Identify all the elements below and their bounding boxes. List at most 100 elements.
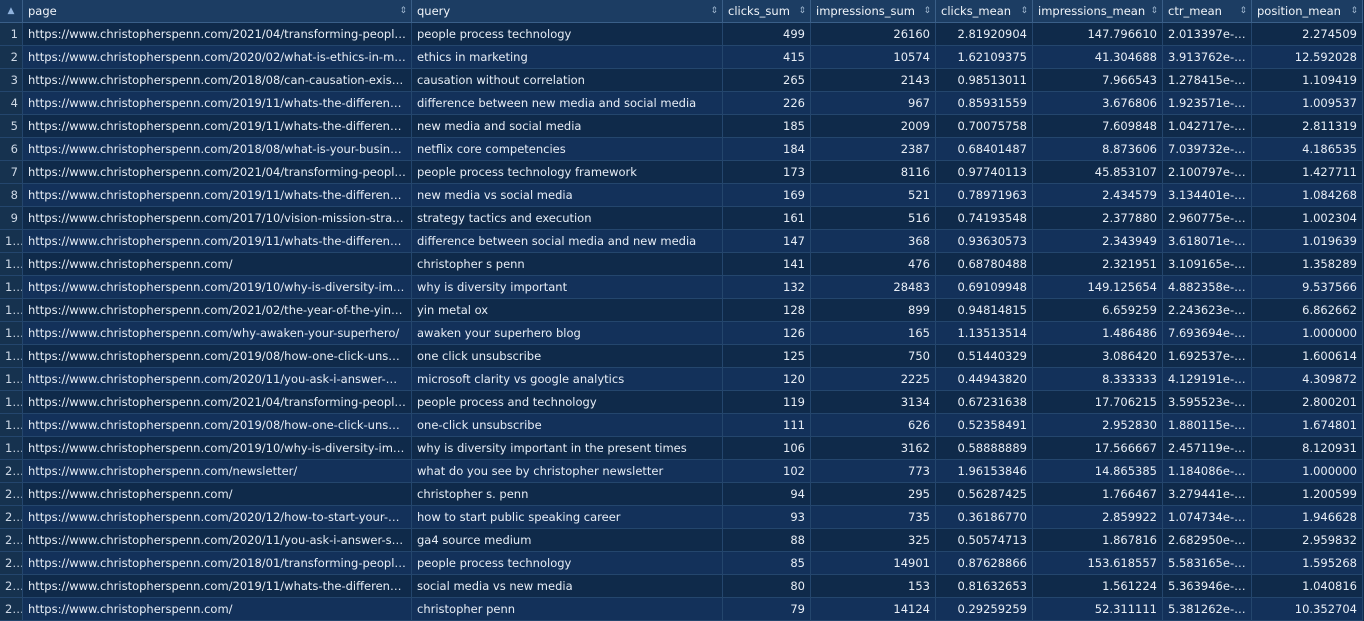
sort-icon[interactable]: ⇕ bbox=[1020, 0, 1028, 22]
cell-page: https://www.christopherspenn.com/2021/02… bbox=[23, 299, 412, 322]
cell-impressions-sum: 14901 bbox=[811, 552, 936, 575]
cell-query: why is diversity important bbox=[412, 276, 723, 299]
cell-position-mean: 6.862662 bbox=[1252, 299, 1363, 322]
cell-position-mean: 1.009537 bbox=[1252, 92, 1363, 115]
cell-clicks-mean: 0.52358491 bbox=[936, 414, 1033, 437]
cell-page: https://www.christopherspenn.com/2020/11… bbox=[23, 368, 412, 391]
cell-page: https://www.christopherspenn.com/2018/08… bbox=[23, 69, 412, 92]
row-number: 19 bbox=[0, 437, 23, 460]
row-number: 14 bbox=[0, 322, 23, 345]
cell-position-mean: 2.811319 bbox=[1252, 115, 1363, 138]
sort-icon[interactable]: ⇕ bbox=[923, 0, 931, 22]
column-header-impressions-sum[interactable]: impressions_sum ⇕ bbox=[811, 0, 936, 23]
row-number: 16 bbox=[0, 368, 23, 391]
cell-clicks-sum: 94 bbox=[723, 483, 811, 506]
cell-page: https://www.christopherspenn.com/why-awa… bbox=[23, 322, 412, 345]
cell-clicks-sum: 128 bbox=[723, 299, 811, 322]
cell-page: https://www.christopherspenn.com/ bbox=[23, 598, 412, 621]
column-header-position-mean[interactable]: position_mean ⇕ bbox=[1252, 0, 1363, 23]
cell-ctr-mean: 1.880115e-01 bbox=[1163, 414, 1252, 437]
cell-query: microsoft clarity vs google analytics bbox=[412, 368, 723, 391]
sort-icon[interactable]: ⇕ bbox=[798, 0, 806, 22]
sort-corner-button[interactable]: ▲ bbox=[0, 0, 23, 23]
sort-icon[interactable]: ⇕ bbox=[710, 0, 718, 22]
column-header-query[interactable]: query ⇕ bbox=[412, 0, 723, 23]
cell-clicks-mean: 0.70075758 bbox=[936, 115, 1033, 138]
cell-ctr-mean: 2.100797e-02 bbox=[1163, 161, 1252, 184]
cell-clicks-sum: 88 bbox=[723, 529, 811, 552]
cell-impressions-mean: 52.311111 bbox=[1033, 598, 1163, 621]
cell-clicks-sum: 185 bbox=[723, 115, 811, 138]
cell-clicks-mean: 0.78971963 bbox=[936, 184, 1033, 207]
cell-clicks-sum: 125 bbox=[723, 345, 811, 368]
sort-icon[interactable]: ⇕ bbox=[1350, 0, 1358, 22]
cell-clicks-mean: 0.94814815 bbox=[936, 299, 1033, 322]
cell-impressions-mean: 1.867816 bbox=[1033, 529, 1163, 552]
cell-impressions-mean: 1.486486 bbox=[1033, 322, 1163, 345]
cell-ctr-mean: 4.129191e-02 bbox=[1163, 368, 1252, 391]
cell-impressions-mean: 7.609848 bbox=[1033, 115, 1163, 138]
cell-impressions-sum: 3162 bbox=[811, 437, 936, 460]
cell-impressions-mean: 8.333333 bbox=[1033, 368, 1163, 391]
cell-ctr-mean: 5.381262e-03 bbox=[1163, 598, 1252, 621]
cell-page: https://www.christopherspenn.com/2020/02… bbox=[23, 46, 412, 69]
sort-icon[interactable]: ⇕ bbox=[1150, 0, 1158, 22]
cell-query: what do you see by christopher newslette… bbox=[412, 460, 723, 483]
cell-impressions-mean: 14.865385 bbox=[1033, 460, 1163, 483]
cell-page: https://www.christopherspenn.com/2017/10… bbox=[23, 207, 412, 230]
data-table: ▲ page ⇕ query ⇕ clicks_sum ⇕ impressions_sum ⇕ c… bbox=[0, 0, 1364, 621]
cell-query: causation without correlation bbox=[412, 69, 723, 92]
cell-clicks-mean: 0.58888889 bbox=[936, 437, 1033, 460]
cell-clicks-sum: 80 bbox=[723, 575, 811, 598]
column-header-page[interactable]: page ⇕ bbox=[23, 0, 412, 23]
column-header-clicks-mean[interactable]: clicks_mean ⇕ bbox=[936, 0, 1033, 23]
cell-impressions-sum: 368 bbox=[811, 230, 936, 253]
cell-impressions-sum: 165 bbox=[811, 322, 936, 345]
cell-position-mean: 9.537566 bbox=[1252, 276, 1363, 299]
cell-impressions-sum: 153 bbox=[811, 575, 936, 598]
cell-query: one-click unsubscribe bbox=[412, 414, 723, 437]
cell-impressions-mean: 8.873606 bbox=[1033, 138, 1163, 161]
column-header-ctr-mean[interactable]: ctr_mean ⇕ bbox=[1163, 0, 1252, 23]
cell-impressions-mean: 2.434579 bbox=[1033, 184, 1163, 207]
cell-clicks-mean: 0.36186770 bbox=[936, 506, 1033, 529]
cell-position-mean: 1.674801 bbox=[1252, 414, 1363, 437]
cell-page: https://www.christopherspenn.com/2021/04… bbox=[23, 391, 412, 414]
cell-query: difference between social media and new … bbox=[412, 230, 723, 253]
cell-clicks-sum: 265 bbox=[723, 69, 811, 92]
cell-clicks-mean: 0.67231638 bbox=[936, 391, 1033, 414]
cell-ctr-mean: 7.693694e-01 bbox=[1163, 322, 1252, 345]
cell-page: https://www.christopherspenn.com/ bbox=[23, 253, 412, 276]
sort-icon[interactable]: ⇕ bbox=[1239, 0, 1247, 22]
cell-page: https://www.christopherspenn.com/2020/12… bbox=[23, 506, 412, 529]
cell-page: https://www.christopherspenn.com/2019/10… bbox=[23, 276, 412, 299]
cell-page: https://www.christopherspenn.com/2018/01… bbox=[23, 552, 412, 575]
column-header-impressions-mean[interactable]: impressions_mean ⇕ bbox=[1033, 0, 1163, 23]
sort-icon[interactable]: ⇕ bbox=[399, 0, 407, 22]
cell-ctr-mean: 1.074734e-01 bbox=[1163, 506, 1252, 529]
cell-impressions-sum: 2387 bbox=[811, 138, 936, 161]
cell-ctr-mean: 2.457119e-02 bbox=[1163, 437, 1252, 460]
cell-position-mean: 1.084268 bbox=[1252, 184, 1363, 207]
cell-clicks-mean: 2.81920904 bbox=[936, 23, 1033, 46]
cell-position-mean: 2.959832 bbox=[1252, 529, 1363, 552]
cell-impressions-sum: 899 bbox=[811, 299, 936, 322]
cell-query: yin metal ox bbox=[412, 299, 723, 322]
cell-position-mean: 1.595268 bbox=[1252, 552, 1363, 575]
cell-position-mean: 12.592028 bbox=[1252, 46, 1363, 69]
cell-impressions-sum: 26160 bbox=[811, 23, 936, 46]
cell-ctr-mean: 3.279441e-01 bbox=[1163, 483, 1252, 506]
row-number: 26 bbox=[0, 598, 23, 621]
cell-query: how to start public speaking career bbox=[412, 506, 723, 529]
cell-position-mean: 1.109419 bbox=[1252, 69, 1363, 92]
cell-position-mean: 4.309872 bbox=[1252, 368, 1363, 391]
row-number: 12 bbox=[0, 276, 23, 299]
row-number: 18 bbox=[0, 414, 23, 437]
cell-position-mean: 1.040816 bbox=[1252, 575, 1363, 598]
cell-query: ethics in marketing bbox=[412, 46, 723, 69]
cell-clicks-mean: 0.68780488 bbox=[936, 253, 1033, 276]
cell-clicks-mean: 0.85931559 bbox=[936, 92, 1033, 115]
column-header-clicks-sum[interactable]: clicks_sum ⇕ bbox=[723, 0, 811, 23]
cell-position-mean: 10.352704 bbox=[1252, 598, 1363, 621]
cell-position-mean: 1.427711 bbox=[1252, 161, 1363, 184]
